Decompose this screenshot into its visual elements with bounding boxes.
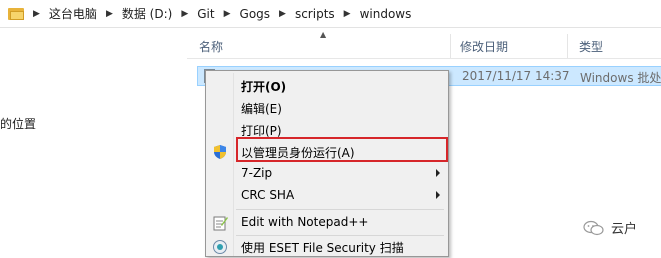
menu-item-eset-scan[interactable]: 使用 ESET File Security 扫描 <box>208 236 446 258</box>
breadcrumb-chevron-icon[interactable]: ▶ <box>344 9 351 19</box>
menu-item-label: 打开(O) <box>241 80 287 94</box>
submenu-arrow-icon <box>436 191 440 199</box>
file-type: Windows 批处 <box>580 71 661 85</box>
menu-separator <box>236 209 444 210</box>
breadcrumb-chevron-icon[interactable]: ▶ <box>224 9 231 19</box>
file-modified-date: 2017/11/17 14:37 <box>462 69 570 83</box>
breadcrumb-chevron-icon[interactable]: ▶ <box>106 9 113 19</box>
menu-item-label: CRC SHA <box>241 188 295 202</box>
submenu-arrow-icon <box>436 169 440 177</box>
breadcrumb-chevron-icon[interactable]: ▶ <box>181 9 188 19</box>
menu-item-label: Edit with Notepad++ <box>241 215 369 229</box>
uac-shield-icon <box>212 144 228 160</box>
menu-item-label: 使用 ESET File Security 扫描 <box>241 241 404 255</box>
menu-item-open[interactable]: 打开(O) <box>208 75 446 97</box>
watermark: 云户 <box>583 218 637 237</box>
column-header-type[interactable]: 类型 <box>569 34 661 58</box>
notepad-plus-plus-icon <box>212 215 228 231</box>
breadcrumb-windows[interactable]: windows <box>360 7 412 21</box>
wechat-icon <box>583 220 605 236</box>
breadcrumb-this-pc[interactable]: 这台电脑 <box>49 5 97 22</box>
column-header-date[interactable]: 修改日期 <box>452 34 568 58</box>
header-divider <box>187 58 661 59</box>
column-header-name[interactable]: 名称 <box>187 34 451 58</box>
menu-item-label: 7-Zip <box>241 166 273 180</box>
breadcrumb-chevron-icon[interactable]: ▶ <box>279 9 286 19</box>
breadcrumb-chevron-icon[interactable]: ▶ <box>33 9 40 19</box>
eset-icon <box>212 239 228 255</box>
breadcrumb-drive-d[interactable]: 数据 (D:) <box>122 5 172 22</box>
menu-item-edit[interactable]: 编辑(E) <box>208 97 446 119</box>
menu-item-label: 编辑(E) <box>241 102 282 116</box>
breadcrumb-scripts[interactable]: scripts <box>295 7 335 21</box>
menu-item-crc-sha[interactable]: CRC SHA <box>208 185 446 207</box>
nav-pane-item[interactable]: 的位置 <box>0 115 36 132</box>
breadcrumb-git[interactable]: Git <box>197 7 214 21</box>
menu-item-notepad-plus-plus[interactable]: Edit with Notepad++ <box>208 212 446 234</box>
address-bar[interactable]: ▶ 这台电脑 ▶ 数据 (D:) ▶ Git ▶ Gogs ▶ scripts … <box>0 0 661 28</box>
watermark-text: 云户 <box>611 222 638 237</box>
highlight-box <box>236 137 448 162</box>
folder-icon <box>8 7 24 21</box>
context-menu: 打开(O) 编辑(E) 打印(P) 以管理员身份运行(A) 7-Zip CRC … <box>205 70 449 257</box>
menu-item-7zip[interactable]: 7-Zip <box>208 163 446 185</box>
breadcrumb-gogs[interactable]: Gogs <box>240 7 271 21</box>
